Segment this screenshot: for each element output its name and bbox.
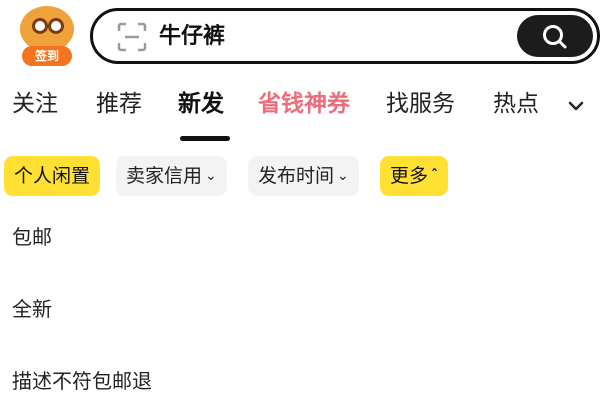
tab-services[interactable]: 找服务 bbox=[386, 86, 455, 122]
mascot-eye bbox=[32, 18, 48, 34]
chevron-down-icon: ⌄ bbox=[337, 168, 349, 184]
filter-label: 卖家信用 bbox=[126, 165, 203, 187]
tab-follow[interactable]: 关注 bbox=[12, 86, 58, 122]
chevron-up-icon: ˆ bbox=[431, 168, 439, 184]
active-tab-indicator bbox=[180, 136, 230, 141]
search-input[interactable]: 牛仔裤 bbox=[159, 21, 225, 53]
sign-in-label: 签到 bbox=[22, 46, 72, 66]
option-free-shipping[interactable]: 包邮 bbox=[12, 222, 52, 252]
chevron-down-icon: ⌄ bbox=[205, 168, 217, 184]
mascot-eye bbox=[48, 18, 64, 34]
tab-new[interactable]: 新发 bbox=[178, 86, 224, 122]
search-button[interactable] bbox=[517, 15, 593, 57]
filter-personal-idle[interactable]: 个人闲置 bbox=[4, 156, 101, 196]
top-bar: 签到 牛仔裤 bbox=[0, 0, 600, 76]
tab-hot[interactable]: 热点 bbox=[493, 86, 539, 122]
scan-icon[interactable] bbox=[117, 22, 147, 52]
sign-in-badge[interactable]: 签到 bbox=[18, 6, 76, 66]
filter-bar: 个人闲置 卖家信用 ⌄ 发布时间 ⌄ 更多 ˆ bbox=[0, 154, 600, 198]
chevron-down-icon[interactable] bbox=[566, 96, 586, 116]
option-brand-new[interactable]: 全新 bbox=[12, 294, 52, 324]
search-icon bbox=[543, 25, 567, 49]
filter-label: 更多 bbox=[390, 165, 429, 187]
filter-seller-credit[interactable]: 卖家信用 ⌄ bbox=[116, 156, 227, 196]
category-tabs: 关注 推荐 新发 省钱神券 找服务 热点 bbox=[0, 82, 600, 141]
tab-coupons[interactable]: 省钱神券 bbox=[258, 86, 350, 122]
filter-more[interactable]: 更多 ˆ bbox=[380, 156, 449, 196]
filter-label: 个人闲置 bbox=[14, 165, 91, 187]
search-box[interactable]: 牛仔裤 bbox=[90, 8, 600, 64]
tab-recommend[interactable]: 推荐 bbox=[96, 86, 142, 122]
filter-publish-time[interactable]: 发布时间 ⌄ bbox=[248, 156, 359, 196]
option-return-if-not-as-described[interactable]: 描述不符包邮退 bbox=[12, 366, 152, 396]
filter-label: 发布时间 bbox=[258, 165, 335, 187]
